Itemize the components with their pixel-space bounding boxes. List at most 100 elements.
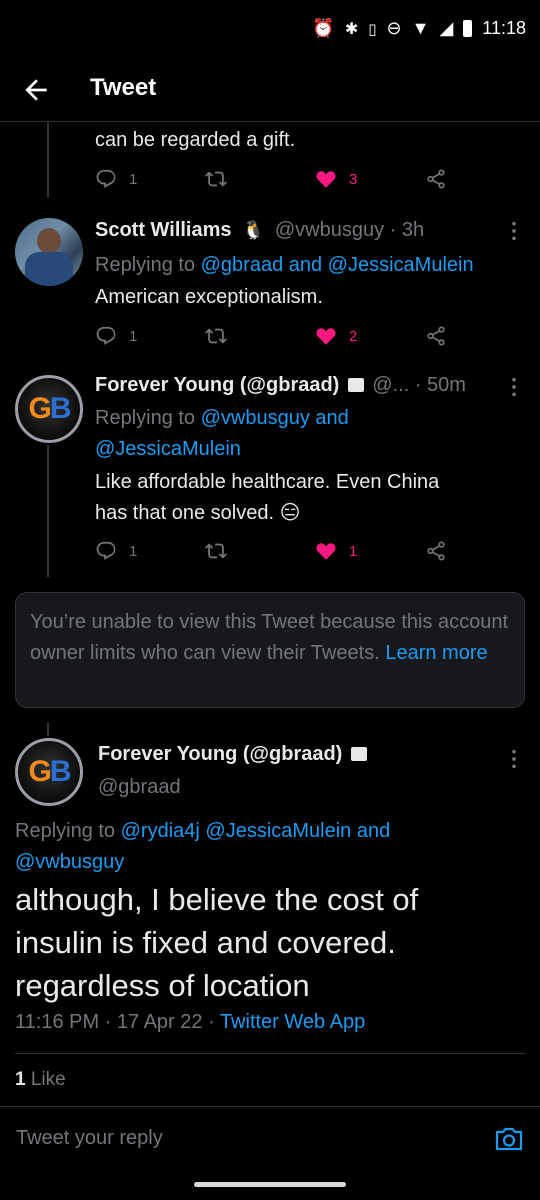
share-button[interactable] [425,168,447,190]
retweet-button[interactable] [205,168,315,190]
replying-to-mentions-1[interactable]: @vwbusguy and [201,407,349,429]
replying-to-mentions-1[interactable]: @rydia4j @JessicaMulein and [121,820,391,842]
display-name[interactable]: Forever Young (@gbraad) [95,374,339,396]
avatar[interactable] [15,218,83,286]
wifi-icon: ▼ [411,18,430,38]
tweet-text: American exceptionalism. [95,286,323,308]
replying-to-mentions[interactable]: @gbraad and @JessicaMulein [201,254,474,276]
reply-count: 1 [129,170,138,188]
retweet-icon [205,543,227,559]
heart-icon [316,171,336,188]
replying-to: Replying to @vwbusguy and @JessicaMulein [95,403,515,465]
share-icon [427,326,445,346]
camera-icon[interactable] [494,1125,524,1153]
main-tweet-author: Forever Young (@gbraad) [98,743,367,766]
reply-icon [96,326,116,345]
thread-line [47,445,49,577]
reply-icon [96,169,116,188]
back-arrow-icon[interactable] [20,74,52,106]
reply-composer[interactable]: Tweet your reply [0,1106,540,1172]
tweet-header: Forever Young (@gbraad) @... · 50m [95,374,515,397]
more-icon[interactable] [510,748,518,770]
timestamp: 11:16 PM · 17 Apr 22 · [15,1011,220,1033]
like-count: 1 [349,542,358,560]
tweet-text-line-2: has that one solved. [95,502,275,524]
handle-and-time: @... · 50m [372,374,466,396]
retweet-button[interactable] [205,540,315,562]
thread-line [47,122,49,198]
main-tweet-text-line-3: regardless of location [15,968,310,1003]
replying-to-mentions-2[interactable]: @JessicaMulein [95,438,241,460]
like-stats[interactable]: 1 Like [15,1069,66,1091]
status-time: 11:18 [482,18,526,38]
reply-button[interactable]: 1 [95,325,205,347]
tweet-actions: 1 1 [95,536,455,566]
main-tweet-text-line-1: although, I believe the cost of [15,882,419,917]
dnd-icon: ⊖ [386,18,402,38]
home-indicator[interactable] [194,1182,346,1187]
tweet-meta: 11:16 PM · 17 Apr 22 · Twitter Web App [15,1011,365,1034]
lock-icon [347,378,364,392]
handle[interactable]: @gbraad [98,776,181,799]
replying-to-label: Replying to [15,820,121,842]
reply-count: 1 [129,542,138,560]
tweet-header: Scott Williams 🐧 @vwbusguy · 3h [95,219,525,242]
divider [15,1053,525,1054]
like-button[interactable]: 2 [315,325,425,347]
replying-to: Replying to @rydia4j @JessicaMulein and … [15,816,525,878]
avatar[interactable]: GB [15,738,83,806]
tweet-text: Like affordable healthcare. Even China h… [95,467,515,529]
like-stat-label: Like [25,1069,66,1090]
battery-icon [463,20,473,37]
display-name[interactable]: Scott Williams [95,219,232,241]
like-count: 3 [349,170,358,188]
tweet-text: can be regarded a gift. [95,129,296,151]
like-button[interactable]: 1 [315,540,425,562]
reply-button[interactable]: 1 [95,168,205,190]
reply-icon [96,541,116,560]
thread-line [47,722,49,736]
like-count: 2 [349,327,358,345]
status-icons: ⏰ ✱ ▯ ⊖ ▼ ◢ 11:18 [312,18,526,39]
avatar[interactable]: GB [15,375,83,443]
retweet-button[interactable] [205,325,315,347]
heart-icon [316,328,336,345]
tweet-actions: 1 3 [95,164,455,194]
main-tweet-text-line-2: insulin is fixed and covered. [15,925,396,960]
status-bar: ⏰ ✱ ▯ ⊖ ▼ ◢ 11:18 [0,0,540,62]
replying-to-label: Replying to [95,407,201,429]
reply-input[interactable]: Tweet your reply [16,1127,163,1150]
like-stat-count: 1 [15,1069,26,1090]
handle-and-time: @vwbusguy · 3h [274,219,425,241]
share-icon [427,169,445,189]
share-button[interactable] [425,540,447,562]
heart-icon [316,543,336,560]
retweet-icon [205,328,227,344]
main-tweet-text: although, I believe the cost of insulin … [15,878,525,1007]
alarm-icon: ⏰ [312,18,335,38]
more-icon[interactable] [510,220,518,242]
reply-button[interactable]: 1 [95,540,205,562]
tweet-text-line-1: Like affordable healthcare. Even China [95,471,440,493]
retweet-icon [205,171,227,187]
vibrate-icon: ▯ [368,20,377,38]
replying-to: Replying to @gbraad and @JessicaMulein [95,250,474,281]
tweet-actions: 1 2 [95,321,455,351]
bluetooth-icon: ✱ [344,20,359,38]
expressionless-emoji: 😑 [279,502,301,524]
replying-to-label: Replying to [95,254,201,276]
penguin-emoji: 🐧 [241,220,265,240]
signal-icon: ◢ [439,18,454,38]
share-icon [427,541,445,561]
page-title: Tweet [90,74,157,101]
share-button[interactable] [425,325,447,347]
top-app-bar: Tweet [0,62,540,122]
more-icon[interactable] [510,376,518,398]
like-button[interactable]: 3 [315,168,425,190]
source-link[interactable]: Twitter Web App [220,1011,365,1033]
learn-more-link[interactable]: Learn more [385,642,487,664]
reply-count: 1 [129,327,138,345]
unavailable-tweet-notice: You’re unable to view this Tweet because… [15,592,525,708]
display-name[interactable]: Forever Young (@gbraad) [98,743,342,765]
replying-to-mentions-2[interactable]: @vwbusguy [15,851,124,873]
